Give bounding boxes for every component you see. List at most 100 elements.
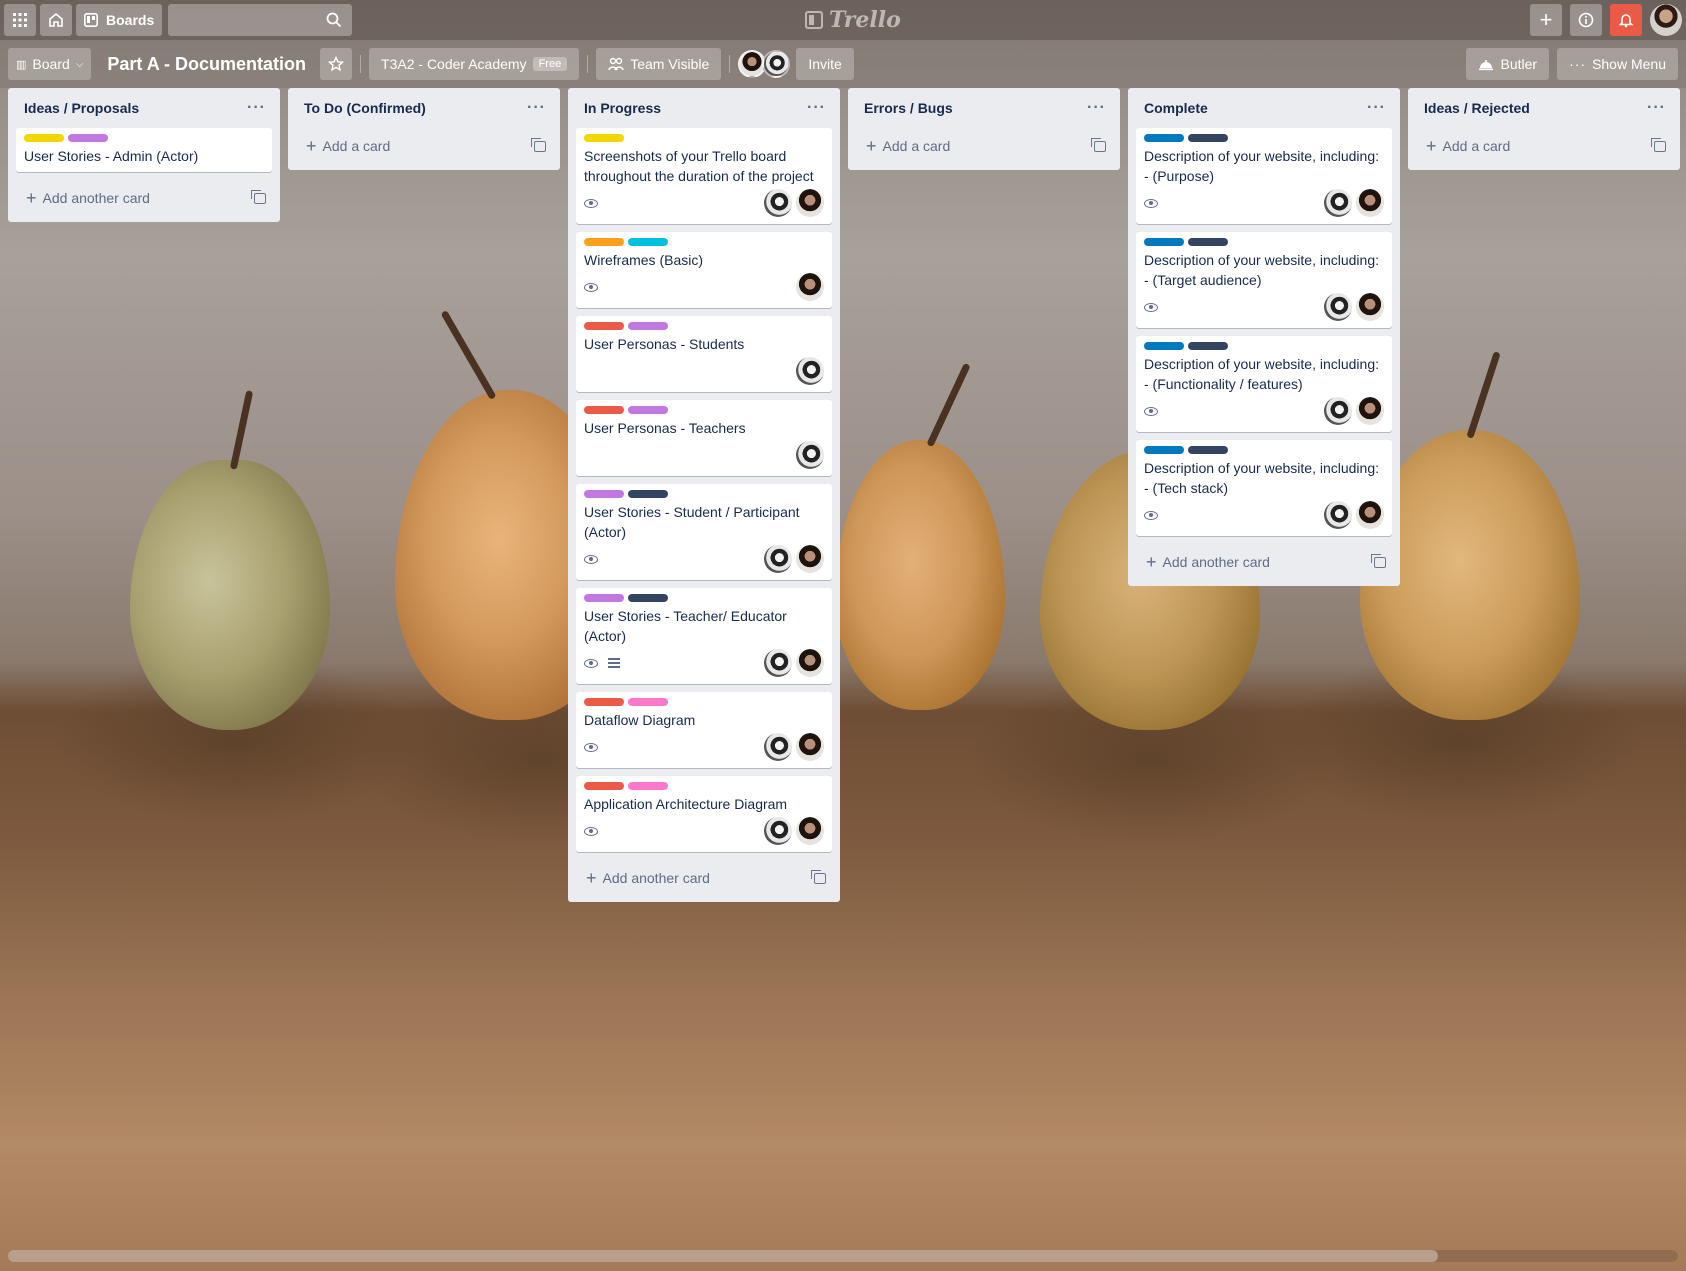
card-label-red[interactable] [584, 322, 624, 330]
list-menu-icon[interactable]: ··· [807, 99, 826, 117]
team-button[interactable]: T3A2 - Coder Academy Free [369, 48, 580, 80]
card-template-icon[interactable] [1371, 553, 1386, 568]
member-avatar[interactable] [764, 545, 792, 573]
butler-button[interactable]: Butler [1466, 48, 1550, 80]
card-label-blue[interactable] [1144, 134, 1184, 142]
card-label-blue[interactable] [1144, 238, 1184, 246]
member-avatar[interactable] [764, 733, 792, 761]
card[interactable]: Description of your website, including: … [1136, 128, 1392, 224]
member-avatar[interactable] [796, 545, 824, 573]
show-menu-button[interactable]: ··· Show Menu [1557, 48, 1678, 80]
add-card-button[interactable]: + Add a card [856, 128, 1112, 164]
card[interactable]: User Personas - Students [576, 316, 832, 392]
list-title[interactable]: Complete [1144, 100, 1208, 116]
member-avatar[interactable] [764, 189, 792, 217]
home-button[interactable] [40, 4, 72, 36]
list-header[interactable]: Ideas / Rejected ··· [1416, 88, 1672, 128]
card-label-navy[interactable] [1188, 238, 1228, 246]
member-avatar[interactable] [796, 817, 824, 845]
list-title[interactable]: Errors / Bugs [864, 100, 953, 116]
list-menu-icon[interactable]: ··· [1647, 99, 1666, 117]
search-input[interactable] [168, 4, 353, 36]
card-label-purple[interactable] [68, 134, 108, 142]
user-avatar[interactable] [1650, 4, 1682, 36]
member-avatar[interactable] [1324, 189, 1352, 217]
member-avatar[interactable] [796, 357, 824, 385]
list[interactable]: Errors / Bugs ··· + Add a card [848, 88, 1120, 170]
list-title[interactable]: Ideas / Rejected [1424, 100, 1530, 116]
card-label-blue[interactable] [1144, 446, 1184, 454]
member-avatar[interactable] [764, 817, 792, 845]
list-menu-icon[interactable]: ··· [247, 99, 266, 117]
member-avatar[interactable] [1356, 189, 1384, 217]
board-title[interactable]: Part A - Documentation [107, 54, 306, 75]
card[interactable]: User Personas - Teachers [576, 400, 832, 476]
card-label-purple[interactable] [628, 322, 668, 330]
card-label-navy[interactable] [1188, 134, 1228, 142]
scrollbar-thumb[interactable] [8, 1250, 1438, 1262]
card[interactable]: Application Architecture Diagram [576, 776, 832, 852]
visibility-button[interactable]: Team Visible [596, 48, 722, 80]
member-avatar[interactable] [796, 649, 824, 677]
card-label-red[interactable] [584, 698, 624, 706]
card-template-icon[interactable] [531, 137, 546, 152]
card-template-icon[interactable] [251, 189, 266, 204]
star-button[interactable] [320, 48, 353, 80]
list[interactable]: Ideas / Rejected ··· + Add a card [1408, 88, 1680, 170]
card-label-navy[interactable] [1188, 446, 1228, 454]
card-template-icon[interactable] [1091, 137, 1106, 152]
card[interactable]: Description of your website, including: … [1136, 336, 1392, 432]
boards-button[interactable]: Boards [76, 4, 163, 36]
card-template-icon[interactable] [811, 869, 826, 884]
card-label-purple[interactable] [584, 490, 624, 498]
card-label-navy[interactable] [628, 490, 668, 498]
list-header[interactable]: Errors / Bugs ··· [856, 88, 1112, 128]
list-header[interactable]: To Do (Confirmed) ··· [296, 88, 552, 128]
card[interactable]: User Stories - Teacher/ Educator (Actor) [576, 588, 832, 684]
member-avatar[interactable] [764, 649, 792, 677]
list-header[interactable]: Ideas / Proposals ··· [16, 88, 272, 128]
info-button[interactable] [1570, 4, 1602, 36]
list[interactable]: Complete ··· Description of your website, … [1128, 88, 1400, 586]
card[interactable]: User Stories - Student / Participant (Ac… [576, 484, 832, 580]
card-label-blue[interactable] [1144, 342, 1184, 350]
card-label-purple[interactable] [584, 594, 624, 602]
card-label-sky[interactable] [628, 238, 668, 246]
add-card-button[interactable]: + Add another card [576, 860, 832, 896]
add-card-button[interactable]: + Add another card [16, 180, 272, 216]
board-view-switcher[interactable]: ▥ Board ⌵ [8, 48, 92, 80]
card-template-icon[interactable] [1651, 137, 1666, 152]
member-avatar[interactable] [1356, 501, 1384, 529]
card[interactable]: Dataflow Diagram [576, 692, 832, 768]
card-label-yellow[interactable] [584, 134, 624, 142]
card-label-pink[interactable] [628, 782, 668, 790]
member-avatar[interactable] [796, 189, 824, 217]
list-menu-icon[interactable]: ··· [1087, 99, 1106, 117]
member-avatar[interactable] [796, 273, 824, 301]
member-avatar[interactable] [1356, 397, 1384, 425]
apps-grid-icon[interactable] [4, 4, 36, 36]
card-label-navy[interactable] [628, 594, 668, 602]
card[interactable]: User Stories - Admin (Actor) [16, 128, 272, 172]
list-header[interactable]: In Progress ··· [576, 88, 832, 128]
card-label-red[interactable] [584, 782, 624, 790]
invite-button[interactable]: Invite [796, 48, 854, 80]
list[interactable]: Ideas / Proposals ··· User Stories - Admin… [8, 88, 280, 222]
card-label-orange[interactable] [584, 238, 624, 246]
list-title[interactable]: To Do (Confirmed) [304, 100, 426, 116]
list-header[interactable]: Complete ··· [1136, 88, 1392, 128]
card-label-yellow[interactable] [24, 134, 64, 142]
member-avatar[interactable] [1356, 293, 1384, 321]
horizontal-scrollbar[interactable] [8, 1250, 1678, 1262]
add-card-button[interactable]: + Add a card [296, 128, 552, 164]
card-label-red[interactable] [584, 406, 624, 414]
card-label-pink[interactable] [628, 698, 668, 706]
card-label-navy[interactable] [1188, 342, 1228, 350]
list-title[interactable]: In Progress [584, 100, 661, 116]
list-title[interactable]: Ideas / Proposals [24, 100, 139, 116]
card[interactable]: Wireframes (Basic) [576, 232, 832, 308]
card-label-purple[interactable] [628, 406, 668, 414]
add-card-button[interactable]: + Add another card [1136, 544, 1392, 580]
card[interactable]: Description of your website, including: … [1136, 232, 1392, 328]
member-avatar[interactable] [1324, 397, 1352, 425]
